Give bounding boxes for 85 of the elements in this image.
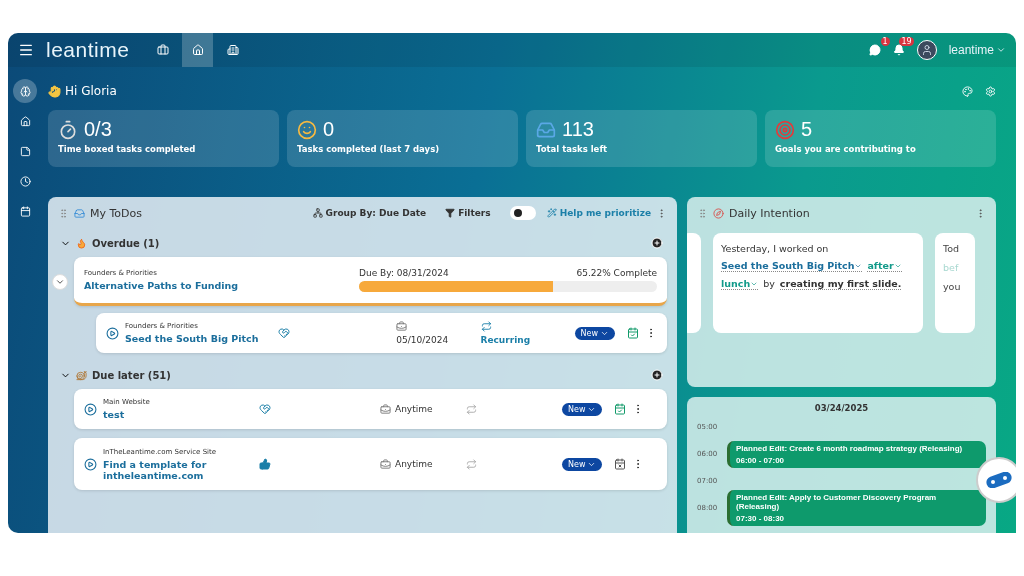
group-title: Due later (51) <box>92 369 171 381</box>
avatar[interactable] <box>916 40 937 60</box>
calendar-event[interactable]: Planned Edit: Create 6 month roadmap strategy (Releasing) 06:00 - 07:00 <box>727 440 986 468</box>
filter-icon <box>445 208 456 218</box>
stat-value: 5 <box>801 118 813 141</box>
recurring-label: Recurring <box>480 335 532 345</box>
briefcase-icon <box>396 321 408 332</box>
intention-text: bef <box>943 262 960 273</box>
event-time: 06:00 - 07:00 <box>736 455 786 465</box>
project-dropdown[interactable]: Seed the South Big Pitch <box>721 260 863 272</box>
briefcase-icon <box>380 458 391 470</box>
briefcase-icon <box>380 403 391 415</box>
task-title[interactable]: Seed the South Big Pitch <box>125 333 272 344</box>
user-menu[interactable]: leantime <box>948 43 1006 57</box>
count-badge: 19 <box>899 37 914 46</box>
link-icon <box>985 472 1013 488</box>
panel-title: Daily Intention <box>729 206 810 220</box>
intention-field[interactable]: creating my first slide. <box>779 278 902 290</box>
caret-icon <box>996 45 1006 55</box>
magic-wand-icon <box>546 208 557 218</box>
stat-value: 0/3 <box>84 118 112 141</box>
add-icon[interactable] <box>651 369 663 381</box>
drag-handle-icon[interactable] <box>58 207 69 219</box>
due-date: 05/10/2024 <box>396 335 450 345</box>
event-title: Planned Edit: Create 6 month roadmap strategy (Releasing) <box>736 443 964 453</box>
thumbs-up-icon <box>259 458 272 470</box>
intention-text: by <box>763 278 775 290</box>
calendar-date: 03/24/2025 <box>813 403 870 413</box>
intention-text: you <box>943 281 962 292</box>
time-dropdown[interactable]: lunch <box>721 278 759 290</box>
calendar-check-icon[interactable] <box>614 403 627 415</box>
hierarchy-icon <box>312 208 323 218</box>
group-title: Overdue (1) <box>92 237 160 249</box>
add-icon[interactable] <box>651 237 663 249</box>
stat-value: 0 <box>323 118 335 141</box>
bell-icon[interactable] <box>892 44 905 56</box>
flame-icon <box>76 237 87 249</box>
group-by-button[interactable]: Group By: Due Date <box>312 208 427 218</box>
time-dropdown[interactable]: after <box>867 260 902 272</box>
count-badge: 1 <box>880 37 890 46</box>
play-icon[interactable] <box>106 326 119 340</box>
stat-label: Goals you are contributing to <box>775 144 917 154</box>
due-date: Due By: 08/31/2024 <box>359 268 449 278</box>
event-time: 07:30 - 08:30 <box>736 514 786 523</box>
panel-title: My ToDos <box>90 206 142 220</box>
snail-icon <box>76 369 87 381</box>
settings-icon[interactable] <box>985 85 996 97</box>
drag-handle-icon[interactable] <box>697 207 708 219</box>
filters-button[interactable]: Filters <box>445 208 491 218</box>
toggle-switch[interactable] <box>509 206 536 220</box>
menu-icon[interactable] <box>18 42 34 58</box>
prioritize-button[interactable]: Help me prioritize <box>546 208 651 218</box>
task-title[interactable]: test <box>103 409 253 420</box>
status-dropdown[interactable]: New <box>562 457 603 471</box>
due-date: Anytime <box>395 404 433 414</box>
hand-icon <box>48 84 61 98</box>
brain-icon[interactable] <box>13 79 37 103</box>
stat-label: Tasks completed (last 7 days) <box>297 144 441 154</box>
stat-label: Time boxed tasks completed <box>58 144 197 154</box>
calendar-event[interactable]: Planned Edit: Apply to Customer Discovery Program (Releasing) 07:30 - 08:30 <box>727 490 986 526</box>
calendar-check-icon[interactable] <box>627 327 639 339</box>
play-icon[interactable] <box>84 457 97 471</box>
house-icon[interactable] <box>182 33 214 67</box>
status-dropdown[interactable]: New <box>574 326 615 340</box>
intention-text: Tod <box>943 243 961 254</box>
compass-icon <box>713 207 724 219</box>
calendar-x-icon[interactable] <box>614 458 627 470</box>
progress-label: 65.22% Complete <box>576 268 657 278</box>
task-title[interactable]: Find a template for intheleantime.com <box>103 458 253 481</box>
play-icon[interactable] <box>84 402 97 416</box>
repeat-icon[interactable] <box>480 321 492 332</box>
inbox-icon <box>74 207 85 219</box>
due-date: Anytime <box>395 459 433 469</box>
smiley-icon <box>297 119 317 140</box>
milestone-title[interactable]: Alternative Paths to Funding <box>84 280 349 291</box>
status-dropdown[interactable]: New <box>562 402 603 416</box>
chat-icon[interactable] <box>868 44 881 56</box>
intention-text: Yesterday, I worked on <box>721 243 829 254</box>
event-title: Planned Edit: Apply to Customer Discovery Program (Releasing) <box>736 493 938 511</box>
stat-value: 113 <box>562 118 594 141</box>
greeting: Hi Gloria <box>65 84 117 98</box>
stopwatch-icon <box>58 119 78 140</box>
target-icon <box>775 119 795 140</box>
stat-label: Total tasks left <box>536 144 609 154</box>
logo: leantime <box>46 38 130 62</box>
